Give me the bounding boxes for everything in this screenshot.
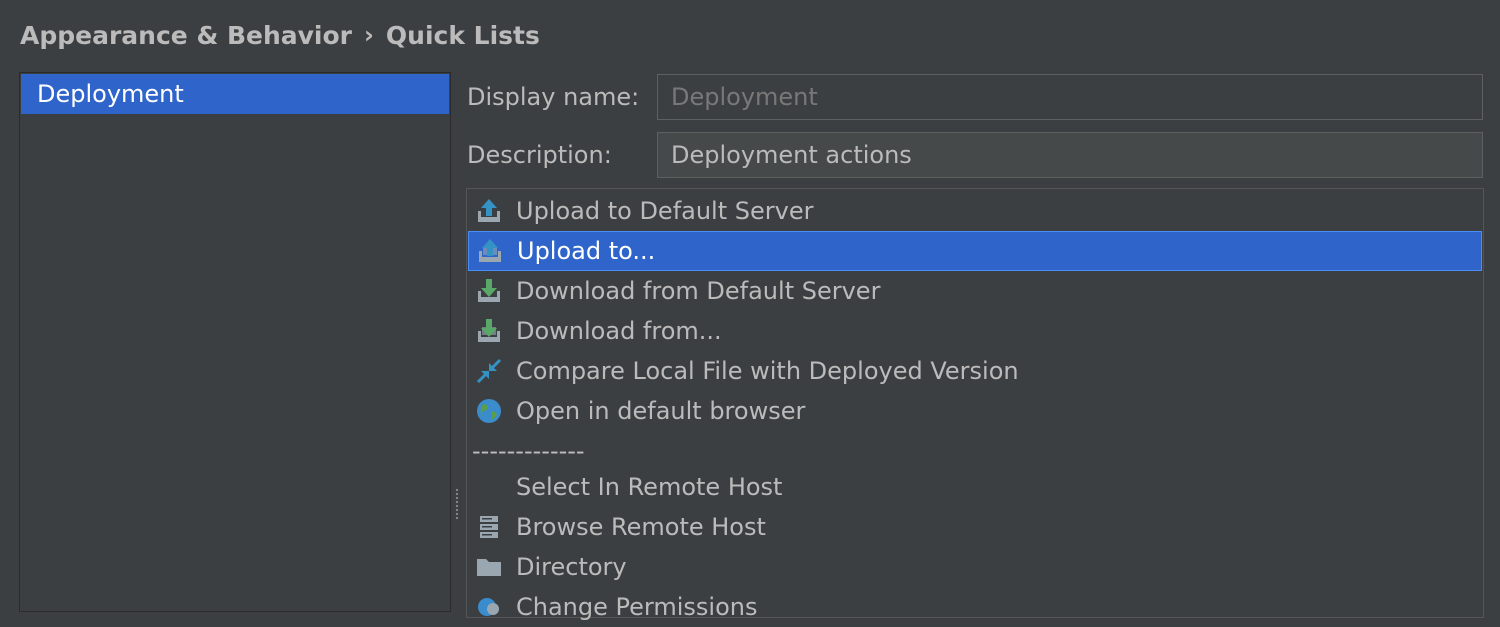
action-label: Open in default browser xyxy=(516,397,806,425)
action-change-permissions[interactable]: Change Permissions xyxy=(468,587,1482,627)
breadcrumb: Appearance & Behavior › Quick Lists xyxy=(20,16,540,54)
breadcrumb-separator: › xyxy=(364,21,374,49)
action-label: Upload to Default Server xyxy=(516,197,814,225)
action-upload-to[interactable]: Upload to... xyxy=(468,231,1482,271)
action-separator[interactable]: ------------- xyxy=(468,431,1482,471)
permissions-icon xyxy=(474,592,504,622)
blank-icon xyxy=(474,472,504,502)
server-icon xyxy=(474,512,504,542)
quick-list-item-deployment[interactable]: Deployment xyxy=(21,74,449,114)
action-label: Change Permissions xyxy=(516,593,758,621)
folder-icon xyxy=(474,552,504,582)
compare-icon xyxy=(474,356,504,386)
quick-lists-panel: Deployment xyxy=(19,72,451,612)
download-from-icon xyxy=(474,316,504,346)
action-upload-default[interactable]: Upload to Default Server xyxy=(468,191,1482,231)
display-name-field[interactable]: Deployment xyxy=(657,74,1483,120)
quick-list-item-label: Deployment xyxy=(37,80,184,108)
description-label: Description: xyxy=(467,141,612,169)
action-label: Browse Remote Host xyxy=(516,513,766,541)
action-label: Select In Remote Host xyxy=(516,473,783,501)
display-name-label: Display name: xyxy=(467,83,640,111)
actions-list: Upload to Default Server Upload to... Do… xyxy=(466,188,1484,621)
action-label: Upload to... xyxy=(517,237,656,265)
action-directory[interactable]: Directory xyxy=(468,547,1482,587)
description-field[interactable]: Deployment actions xyxy=(657,132,1483,178)
upload-to-icon xyxy=(475,236,505,266)
action-download-default[interactable]: Download from Default Server xyxy=(468,271,1482,311)
splitter-handle[interactable] xyxy=(455,488,459,520)
separator-line: ------------- xyxy=(472,437,585,465)
globe-icon xyxy=(474,396,504,426)
action-label: Directory xyxy=(516,553,627,581)
action-browse-remote[interactable]: Browse Remote Host xyxy=(468,507,1482,547)
action-download-from[interactable]: Download from... xyxy=(468,311,1482,351)
action-select-remote[interactable]: Select In Remote Host xyxy=(468,467,1482,507)
action-label: Compare Local File with Deployed Version xyxy=(516,357,1019,385)
breadcrumb-parent[interactable]: Appearance & Behavior xyxy=(20,21,352,50)
action-compare-deployed[interactable]: Compare Local File with Deployed Version xyxy=(468,351,1482,391)
action-label: Download from... xyxy=(516,317,722,345)
action-open-browser[interactable]: Open in default browser xyxy=(468,391,1482,431)
download-icon xyxy=(474,276,504,306)
breadcrumb-current: Quick Lists xyxy=(385,20,540,50)
action-label: Download from Default Server xyxy=(516,277,881,305)
upload-icon xyxy=(474,196,504,226)
